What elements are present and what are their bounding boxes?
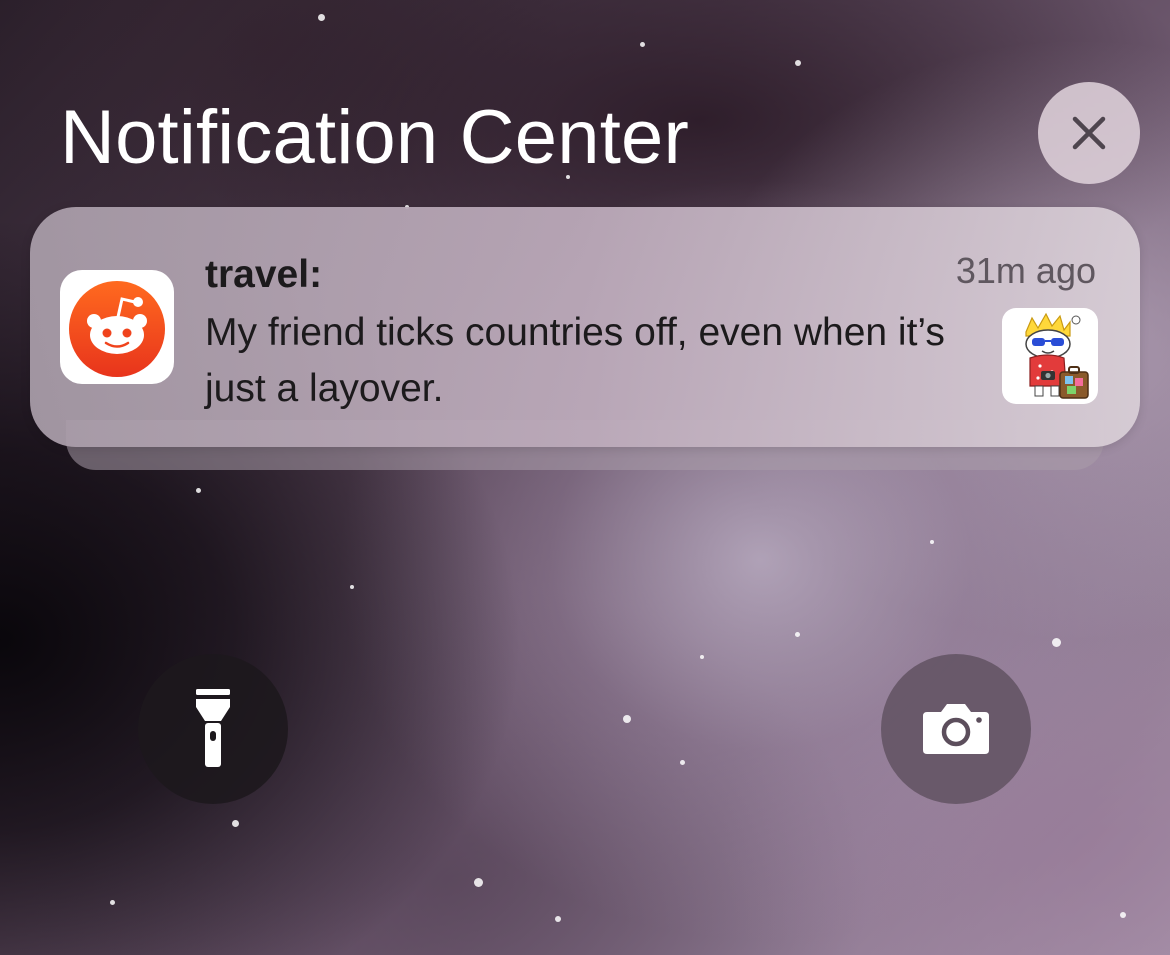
notification-body: My friend ticks countries off, even when… — [205, 311, 945, 410]
close-icon — [1072, 116, 1106, 150]
clear-notifications-button[interactable] — [1038, 82, 1140, 184]
flashlight-button[interactable] — [138, 654, 288, 804]
reddit-app-icon — [60, 270, 174, 384]
notification-time: 31m ago — [955, 250, 1096, 291]
flashlight-icon — [196, 689, 230, 767]
page-title: Notification Center — [60, 95, 689, 180]
camera-button[interactable] — [881, 654, 1031, 804]
camera-icon — [923, 704, 989, 754]
snoo-traveler-avatar-icon — [1002, 308, 1098, 404]
notification-card[interactable]: travel: 31m ago My friend ticks countrie… — [30, 207, 1140, 447]
notification-title: travel: — [205, 253, 323, 296]
